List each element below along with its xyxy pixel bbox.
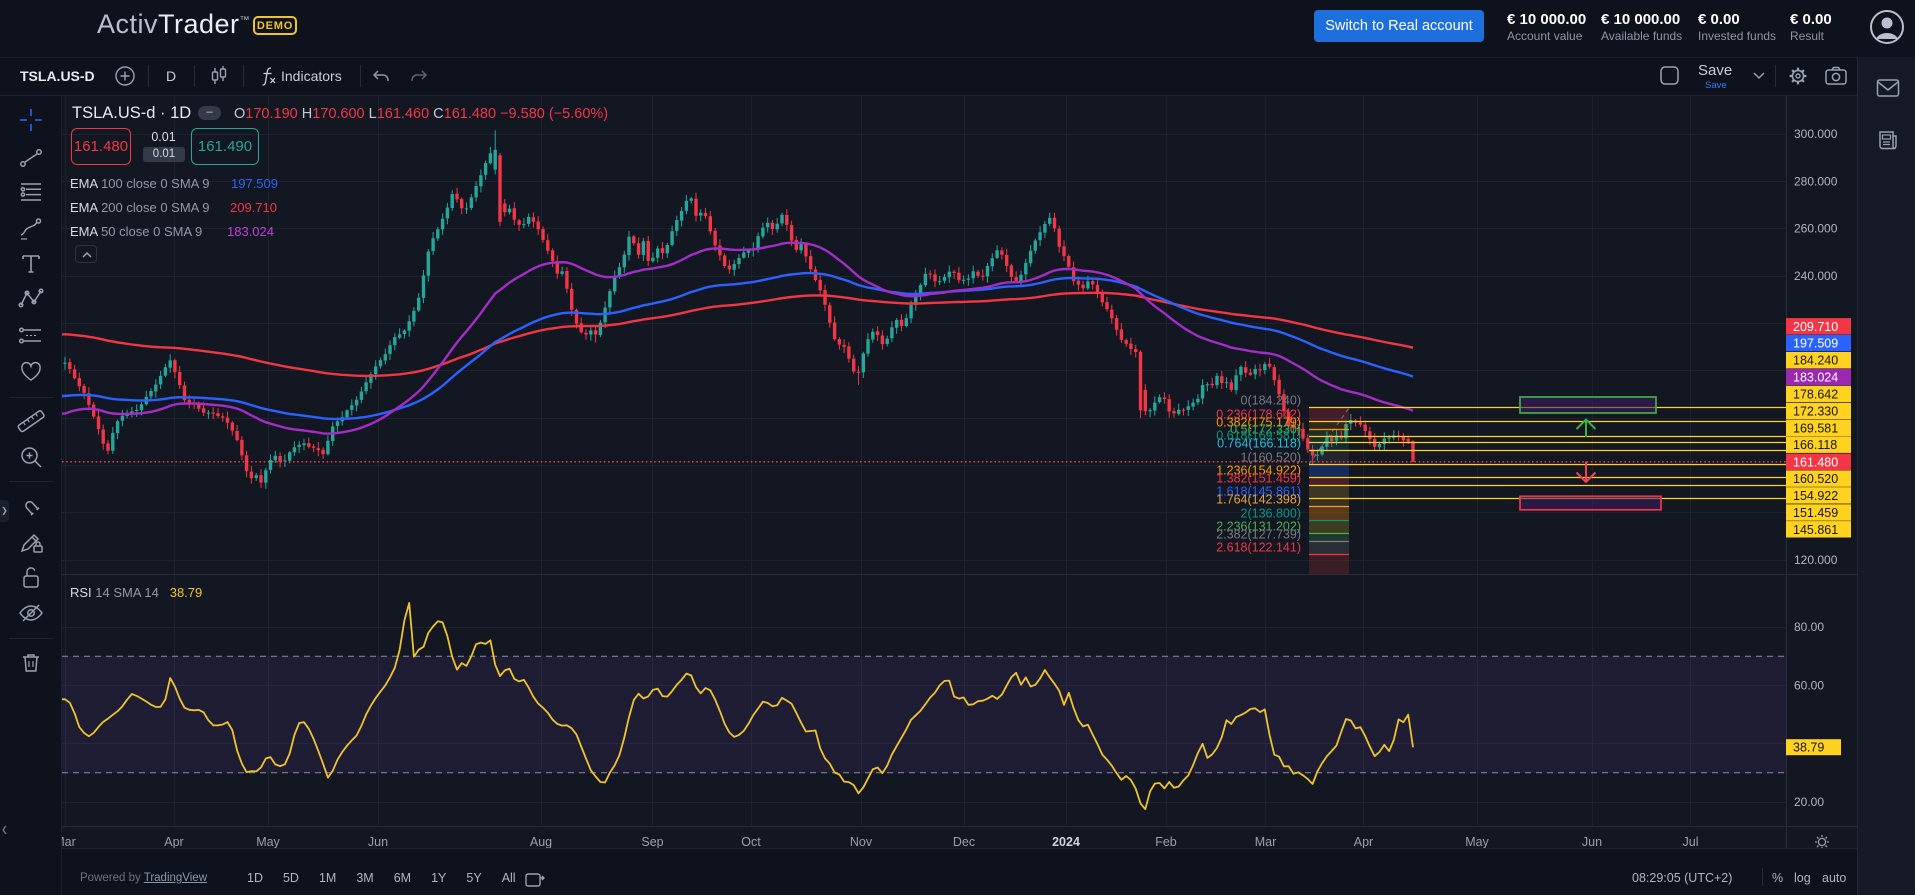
svg-text:160.520: 160.520 xyxy=(1793,472,1838,486)
svg-text:80.00: 80.00 xyxy=(1794,620,1824,634)
svg-text:1(160.520): 1(160.520) xyxy=(1241,451,1301,465)
svg-text:184.240: 184.240 xyxy=(1793,354,1838,368)
svg-text:145.861: 145.861 xyxy=(1793,523,1838,537)
svg-text:2.382(127.739): 2.382(127.739) xyxy=(1216,528,1301,542)
svg-text:178.642: 178.642 xyxy=(1793,388,1838,402)
svg-text:2024: 2024 xyxy=(1052,835,1080,848)
svg-text:60.00: 60.00 xyxy=(1794,678,1824,692)
svg-text:Mar: Mar xyxy=(62,835,76,848)
svg-text:169.581: 169.581 xyxy=(1793,422,1838,436)
svg-text:2(136.800): 2(136.800) xyxy=(1241,507,1301,521)
svg-text:172.330: 172.330 xyxy=(1793,405,1838,419)
svg-text:38.79: 38.79 xyxy=(1793,741,1824,755)
svg-text:Oct: Oct xyxy=(741,835,761,848)
svg-text:197.509: 197.509 xyxy=(1793,337,1838,351)
svg-text:260.000: 260.000 xyxy=(1794,222,1838,236)
svg-text:183.024: 183.024 xyxy=(1793,371,1838,385)
svg-text:0(184.240): 0(184.240) xyxy=(1241,394,1301,408)
svg-text:161.480: 161.480 xyxy=(1793,455,1838,469)
svg-text:240.000: 240.000 xyxy=(1794,269,1838,283)
svg-text:1.382(151.459): 1.382(151.459) xyxy=(1216,472,1301,486)
svg-text:154.922: 154.922 xyxy=(1793,489,1838,503)
svg-text:Sep: Sep xyxy=(641,835,663,848)
svg-text:2.618(122.141): 2.618(122.141) xyxy=(1216,541,1301,555)
svg-text:Jun: Jun xyxy=(368,835,388,848)
svg-text:300.000: 300.000 xyxy=(1794,127,1838,141)
svg-text:May: May xyxy=(256,835,280,848)
svg-text:Jun: Jun xyxy=(1582,835,1602,848)
svg-text:166.118: 166.118 xyxy=(1793,438,1837,452)
svg-text:Apr: Apr xyxy=(164,835,183,848)
svg-text:20.00: 20.00 xyxy=(1794,795,1824,809)
svg-text:Nov: Nov xyxy=(850,835,873,848)
svg-text:120.000: 120.000 xyxy=(1794,553,1838,567)
svg-text:Mar: Mar xyxy=(1255,835,1277,848)
svg-text:Aug: Aug xyxy=(530,835,552,848)
svg-text:151.459: 151.459 xyxy=(1793,506,1838,520)
svg-text:Feb: Feb xyxy=(1155,835,1177,848)
svg-text:1.764(142.398): 1.764(142.398) xyxy=(1216,493,1301,507)
svg-text:209.710: 209.710 xyxy=(1793,320,1838,334)
svg-text:280.000: 280.000 xyxy=(1794,174,1838,188)
svg-text:Dec: Dec xyxy=(953,835,975,848)
svg-text:Jul: Jul xyxy=(1683,835,1699,848)
svg-text:0.764(166.118): 0.764(166.118) xyxy=(1217,437,1301,451)
svg-text:Apr: Apr xyxy=(1354,835,1373,848)
svg-text:May: May xyxy=(1465,835,1489,848)
